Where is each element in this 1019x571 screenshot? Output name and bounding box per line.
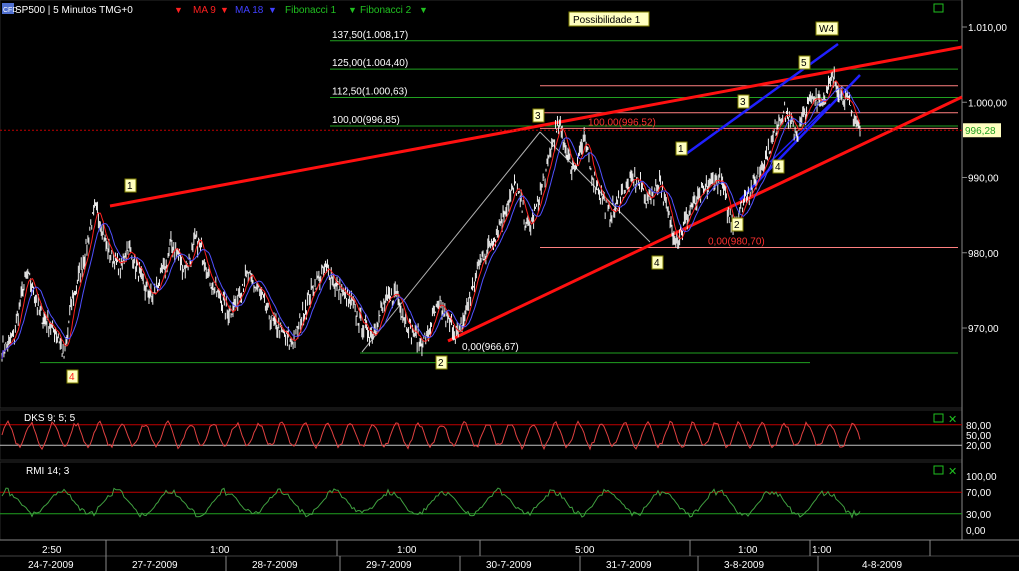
dropdown-icon[interactable]: ▼ <box>348 5 357 15</box>
x-time-label: 5:00 <box>575 545 595 556</box>
dropdown-icon[interactable]: ▼ <box>220 5 229 15</box>
w4-tag-label: W4 <box>819 24 834 35</box>
wave-label: 4 <box>775 162 781 173</box>
y-tick-label: 990,00 <box>968 174 999 185</box>
x-date-label: 24-7-2009 <box>28 560 74 571</box>
fibonacci1-label[interactable]: Fibonacci 1 <box>285 5 337 16</box>
close-icon[interactable]: ✕ <box>948 466 957 478</box>
fib-level-label: 0,00(980,70) <box>708 236 765 247</box>
dropdown-icon[interactable]: ▼ <box>174 5 183 15</box>
wave-label: 2 <box>734 220 740 231</box>
fibonacci2-label[interactable]: Fibonacci 2 <box>360 5 412 16</box>
dks-tick-label: 20,00 <box>966 441 991 452</box>
x-date-label: 27-7-2009 <box>132 560 178 571</box>
y-tick-label: 970,00 <box>968 324 999 335</box>
fib-level-label: 125,00(1.004,40) <box>332 58 408 69</box>
price-chart[interactable]: CFD SP500 | 5 Minutos TMG+0 ▼ MA 9 ▼ MA … <box>0 0 1019 571</box>
rmi-tick-label: 100,00 <box>966 472 997 483</box>
symbol-label[interactable]: SP500 | 5 Minutos TMG+0 <box>15 5 133 16</box>
x-time-label: 2:50 <box>42 545 62 556</box>
x-date-label: 28-7-2009 <box>252 560 298 571</box>
fib-level-label: 100,00(996,52) <box>588 117 656 128</box>
x-date-label: 31-7-2009 <box>606 560 652 571</box>
wave-label: 1 <box>127 181 133 192</box>
y-tick-label: 980,00 <box>968 249 999 260</box>
rmi-tick-label: 30,00 <box>966 510 991 521</box>
x-date-label: 30-7-2009 <box>486 560 532 571</box>
x-time-label: 1:00 <box>397 545 417 556</box>
wave-label: 5 <box>801 58 807 69</box>
x-time-label: 1:00 <box>738 545 758 556</box>
possibility-badge-label: Possibilidade 1 <box>573 15 641 26</box>
wave-label: 3 <box>535 111 541 122</box>
close-icon[interactable]: ✕ <box>948 414 957 426</box>
wave-label: 2 <box>438 358 444 369</box>
rmi-tick-label: 70,00 <box>966 488 991 499</box>
last-price-label: 996,28 <box>965 126 996 137</box>
ma18-label[interactable]: MA 18 <box>235 5 264 16</box>
y-tick-label: 1.010,00 <box>968 23 1007 34</box>
fib-level-label: 112,50(1.000,63) <box>332 87 407 98</box>
fib-level-label: 137,50(1.008,17) <box>332 30 408 41</box>
fib-level-label: 100,00(996,85) <box>332 115 400 126</box>
dropdown-icon[interactable]: ▼ <box>268 5 277 15</box>
dks-panel <box>0 409 963 461</box>
wave-label: 1 <box>678 144 684 155</box>
wave-label: 4 <box>69 372 75 383</box>
wave-label: 3 <box>740 97 746 108</box>
wave-label: 4 <box>654 258 660 269</box>
x-time-label: 1:00 <box>210 545 230 556</box>
rmi-title[interactable]: RMI 14; 3 <box>26 466 70 477</box>
fib-level-label: 0,00(966,67) <box>462 342 519 353</box>
x-date-label: 29-7-2009 <box>366 560 412 571</box>
rmi-tick-label: 0,00 <box>966 526 986 537</box>
rmi-panel <box>0 461 963 541</box>
dropdown-icon[interactable]: ▼ <box>419 5 428 15</box>
x-date-label: 3-8-2009 <box>724 560 764 571</box>
y-tick-label: 1.000,00 <box>968 98 1007 109</box>
x-time-label: 1:00 <box>812 545 832 556</box>
ma9-label[interactable]: MA 9 <box>193 5 216 16</box>
dks-title[interactable]: DKS 9; 5; 5 <box>24 413 76 424</box>
x-date-label: 4-8-2009 <box>862 560 902 571</box>
